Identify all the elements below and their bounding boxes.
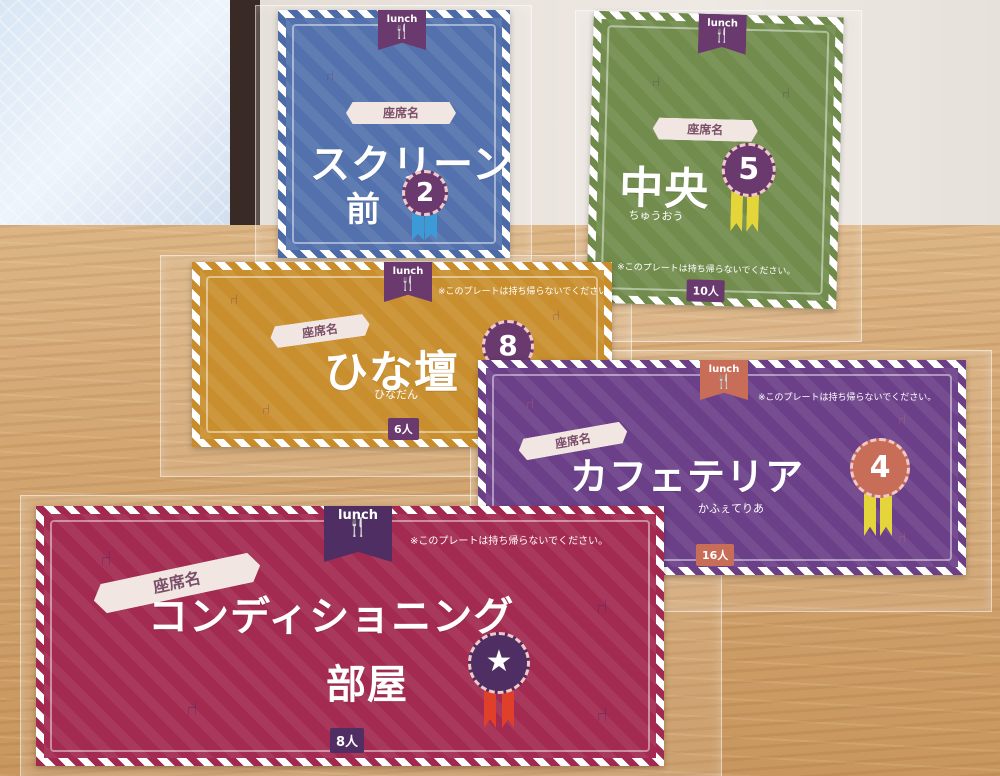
- seat-reading: ちゅうおう: [628, 208, 684, 224]
- chair-icon: ⑁: [100, 546, 112, 570]
- window: [0, 0, 255, 240]
- chair-icon: ⑁: [651, 74, 661, 91]
- seat-name-banner: 座席名: [346, 102, 456, 124]
- seat-name: カフェテリア: [570, 455, 805, 499]
- fork-spoon-icon: 🍴: [715, 374, 733, 390]
- chair-icon: ⑁: [230, 292, 239, 308]
- chair-icon: ⑁: [186, 696, 198, 720]
- chair-icon: ⑁: [781, 85, 791, 102]
- chair-icon: ⑁: [898, 412, 907, 428]
- seat-name-line2: 部屋: [326, 662, 408, 708]
- photo-scene: lunch 🍴 ⑁ 座席名 スクリーン 前 2 lunch 🍴 ⑁ ⑁ 座席名 中央…: [0, 0, 1000, 776]
- fork-spoon-icon: 🍴: [713, 27, 732, 45]
- fork-spoon-icon: 🍴: [399, 276, 417, 292]
- rosette-number: 4: [850, 438, 910, 498]
- chair-icon: ⑁: [526, 396, 535, 412]
- chair-icon: ⑁: [552, 308, 561, 324]
- seat-card-conditioning: lunch 🍴 ※このプレートは持ち帰らないでください。 ⑁ ⑁ ⑁ ⑁ 座席名 …: [36, 506, 664, 766]
- chair-icon: ⑁: [262, 402, 271, 418]
- seat-reading: ひなだん: [374, 388, 418, 401]
- do-not-take-note: ※このプレートは持ち帰らないでください。: [758, 393, 937, 403]
- seat-reading: かふぇてりあ: [698, 502, 764, 515]
- do-not-take-note: ※このプレートは持ち帰らないでください。: [410, 536, 609, 547]
- chair-icon: ⑁: [596, 594, 608, 618]
- fork-spoon-icon: 🍴: [346, 517, 370, 538]
- seat-name-line2: 前: [346, 190, 381, 230]
- chair-icon: ⑁: [898, 530, 907, 546]
- seat-card-center: lunch 🍴 ⑁ ⑁ 座席名 中央 ちゅうおう 5 ※このプレートは持ち帰らない…: [586, 10, 844, 310]
- star-rosette: ★: [468, 632, 530, 694]
- seat-card-screen: lunch 🍴 ⑁ 座席名 スクリーン 前 2: [278, 10, 510, 258]
- fork-spoon-icon: 🍴: [393, 24, 411, 40]
- chair-icon: ⑁: [326, 68, 335, 84]
- seat-capacity: 10人: [686, 279, 726, 303]
- do-not-take-note: ※このプレートは持ち帰らないでください。: [438, 287, 612, 297]
- star-icon: ★: [485, 644, 513, 679]
- seat-capacity: 8人: [330, 728, 365, 753]
- seat-capacity: 16人: [696, 544, 735, 566]
- chair-icon: ⑁: [596, 702, 608, 726]
- seat-name-banner: 座席名: [653, 117, 759, 142]
- seat-name-line1: コンディショニング: [148, 594, 515, 640]
- seat-capacity: 6人: [388, 418, 419, 440]
- rosette-number: 2: [402, 170, 448, 216]
